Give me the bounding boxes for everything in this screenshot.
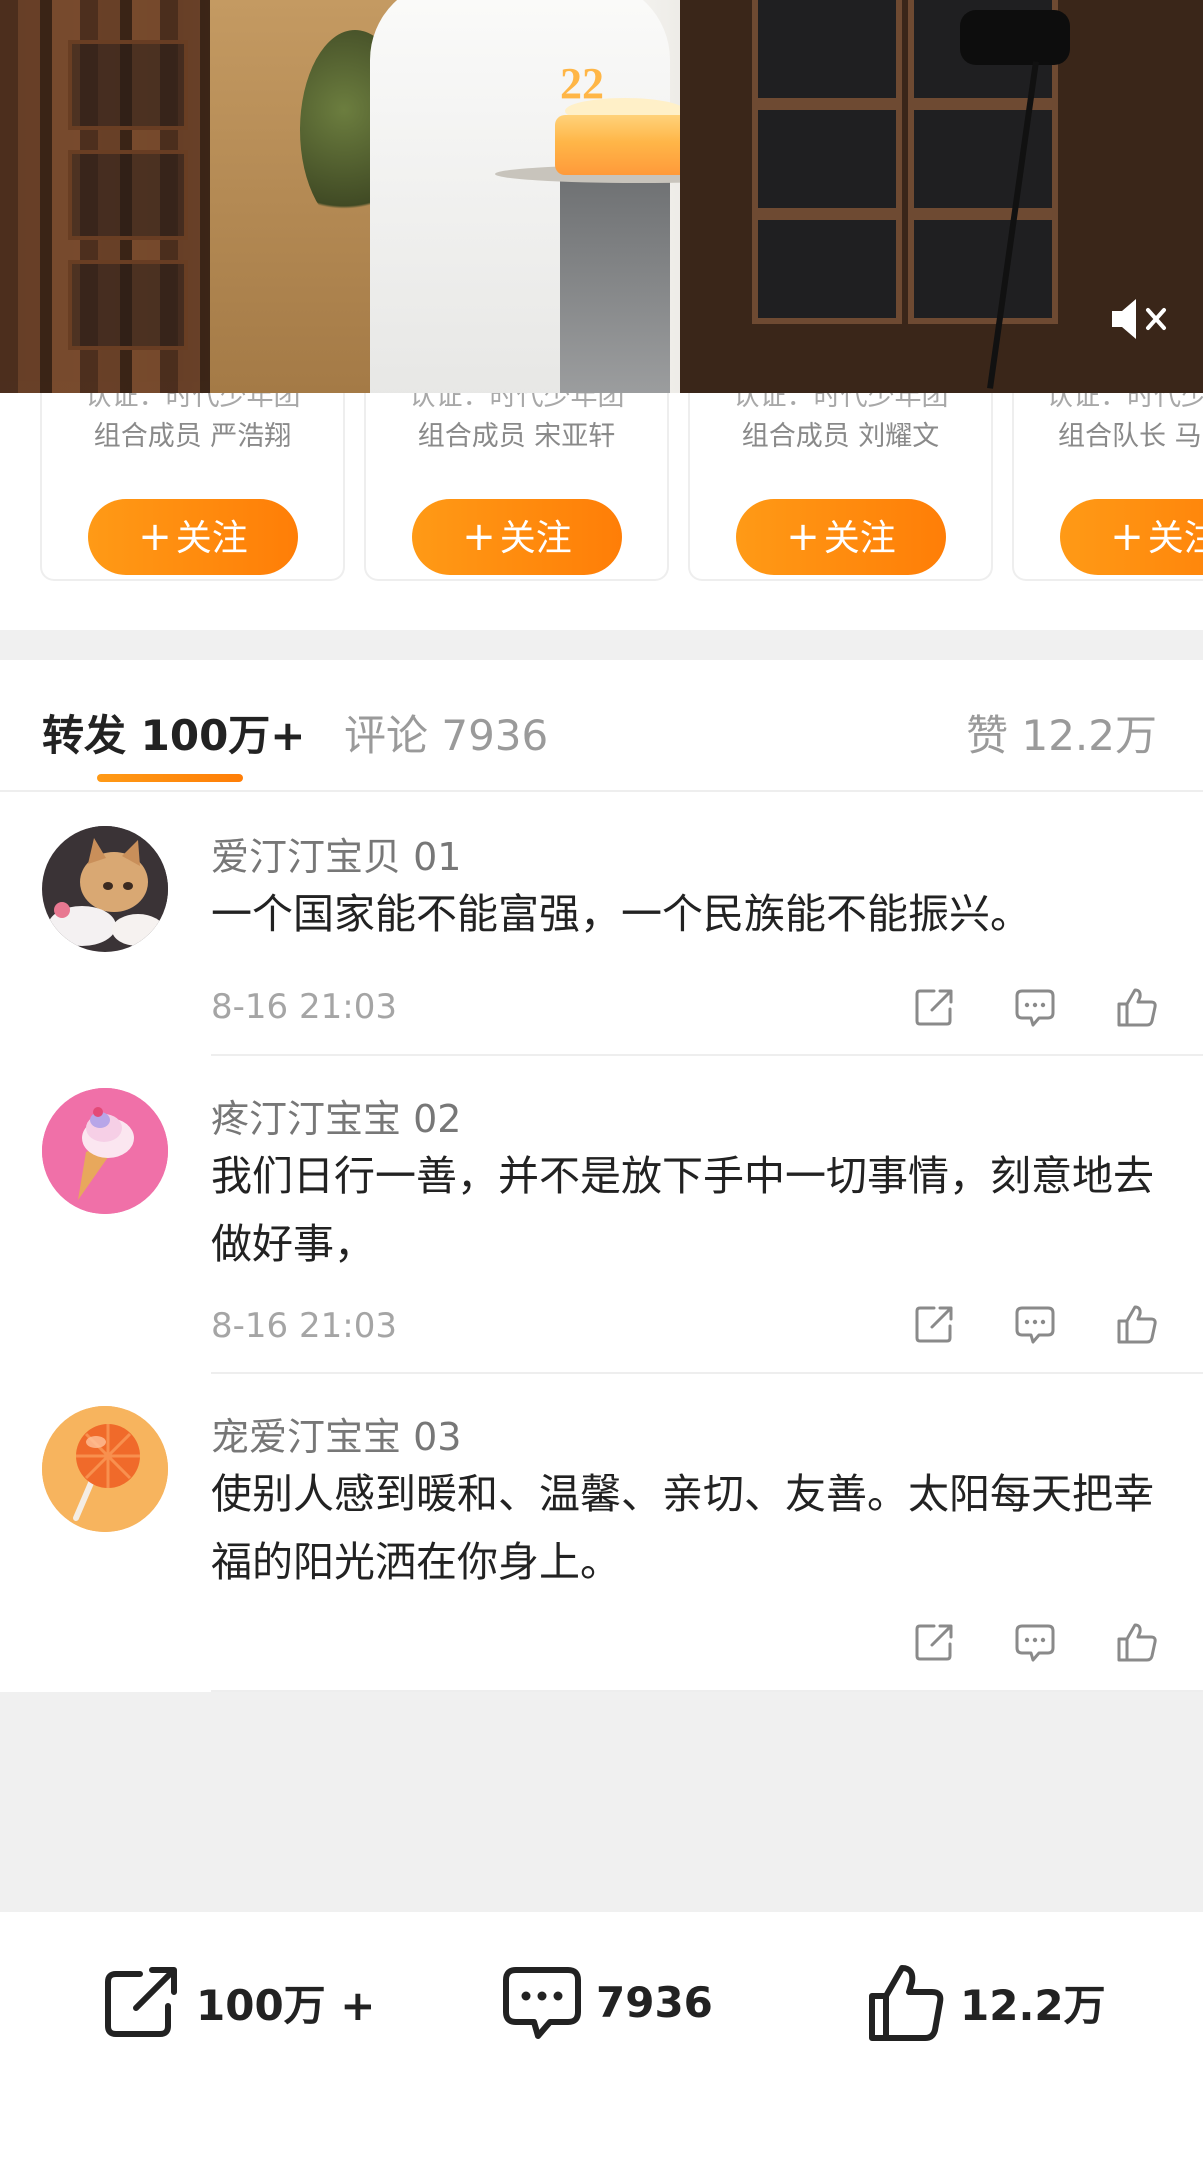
follow-button[interactable]: + 关注 [88,499,298,575]
plus-icon: + [462,514,496,560]
creator-cert: 认证：时代少年团 [408,393,625,412]
plus-icon: + [1110,514,1144,560]
share-icon[interactable] [912,1620,956,1664]
share-icon[interactable] [912,985,956,1029]
active-tab-indicator [97,774,243,782]
comment-text: 我们日行一善，并不是放下手中一切事情，刻意地去做好事， [211,1152,1154,1268]
like-count: 12.2万 [960,1980,1106,2030]
cake-candles: 22 [560,59,604,108]
comment-text: 一个国家能不能富强，一个民族能不能振兴。 [211,890,1031,938]
ice-cream-icon [42,1088,168,1214]
camera [960,10,1070,65]
like-icon [869,1965,944,2041]
avatar[interactable] [42,1406,168,1532]
comment-text: 使别人感到暖和、温馨、亲切、友善。太阳每天把幸福的阳光洒在你身上。 [211,1470,1154,1586]
comment-button[interactable]: 7936 [500,1952,713,2052]
creator-card[interactable]: 认证：时代少年团 组合成员 刘耀文 + 关注 [688,393,993,581]
cat-avatar-icon [42,826,168,952]
avatar[interactable] [42,826,168,952]
empty-area [0,1692,1203,1912]
birthday-cake [555,115,695,175]
list-item: 爱汀汀宝贝 01 一个国家能不能富强，一个民族能不能振兴。 8-16 21:03 [0,792,1203,1056]
repost-button[interactable]: 100万 + [100,1952,376,2052]
comment-icon[interactable] [1013,1302,1057,1346]
comment-icon[interactable] [1013,985,1057,1029]
plus-icon: + [786,514,820,560]
door-pane [68,150,188,240]
tab-reposts[interactable]: 转发 100万+ [42,702,306,763]
avatar[interactable] [42,1088,168,1214]
tab-bar: 转发 100万+ 评论 7936 赞 12.2万 [0,660,1203,792]
creator-role: 组合成员 宋亚轩 [417,421,616,452]
creator-role: 组合成员 严浩翔 [93,421,292,452]
door-pane [68,40,188,130]
video-player[interactable]: 22 [0,0,1203,393]
share-icon [105,1967,177,2037]
creator-cert: 认证：时代少年团 [84,393,301,412]
repost-count: 100万 + [196,1980,376,2030]
bottom-action-bar: 100万 + 7936 12.2万 [0,1912,1203,2176]
comment-count: 7936 [596,1977,713,2027]
creator-cert: 认证：时代少年团 [732,393,949,412]
section-divider [0,630,1203,660]
creator-card[interactable]: 认证：时代少 组合队长 马 + 关注 [1012,393,1203,581]
comment-username[interactable]: 宠爱汀宝宝 03 [211,1406,461,1461]
follow-button[interactable]: + 关注 [1060,499,1203,575]
lollipop-icon [42,1406,168,1532]
tab-likes[interactable]: 赞 12.2万 [966,702,1157,763]
glass-pane [908,214,1058,324]
shirt-detail [560,150,670,393]
glass-pane [752,214,902,324]
like-button[interactable]: 12.2万 [864,1952,1106,2052]
plus-icon: + [138,514,172,560]
creator-card[interactable]: 认证：时代少年团 组合成员 宋亚轩 + 关注 [364,393,669,581]
comment-icon[interactable] [1013,1620,1057,1664]
creator-cert: 认证：时代少 [1046,393,1203,412]
comment-username[interactable]: 疼汀汀宝宝 02 [211,1088,461,1143]
comment-username[interactable]: 爱汀汀宝贝 01 [211,826,461,881]
creator-role: 组合队长 马 [1058,421,1202,452]
like-icon[interactable] [1115,1620,1159,1664]
tab-comments[interactable]: 评论 7936 [344,702,548,763]
creator-card[interactable]: 认证：时代少年团 组合成员 严浩翔 + 关注 [40,393,345,581]
follow-button[interactable]: + 关注 [412,499,622,575]
glass-pane [752,104,902,214]
comment-time: 8-16 21:03 [211,987,397,1027]
like-icon[interactable] [1115,1302,1159,1346]
share-icon[interactable] [912,1302,956,1346]
list-item: 宠爱汀宝宝 03 使别人感到暖和、温馨、亲切、友善。太阳每天把幸福的阳光洒在你身… [0,1374,1203,1692]
creator-cards: 认证：时代少年团 组合成员 严浩翔 + 关注 认证：时代少年团 组合成员 宋亚轩 … [0,393,1203,633]
glass-pane [908,104,1058,214]
follow-button[interactable]: + 关注 [736,499,946,575]
glass-pane [752,0,902,104]
mute-icon[interactable] [1108,294,1172,344]
comment-time: 8-16 21:03 [211,1306,397,1346]
door-left [0,0,210,393]
creator-role: 组合成员 刘耀文 [741,421,940,452]
door-pane [68,260,188,350]
like-icon[interactable] [1115,985,1159,1029]
list-item: 疼汀汀宝宝 02 我们日行一善，并不是放下手中一切事情，刻意地去做好事， 8-1… [0,1056,1203,1374]
comment-icon [503,1967,581,2039]
